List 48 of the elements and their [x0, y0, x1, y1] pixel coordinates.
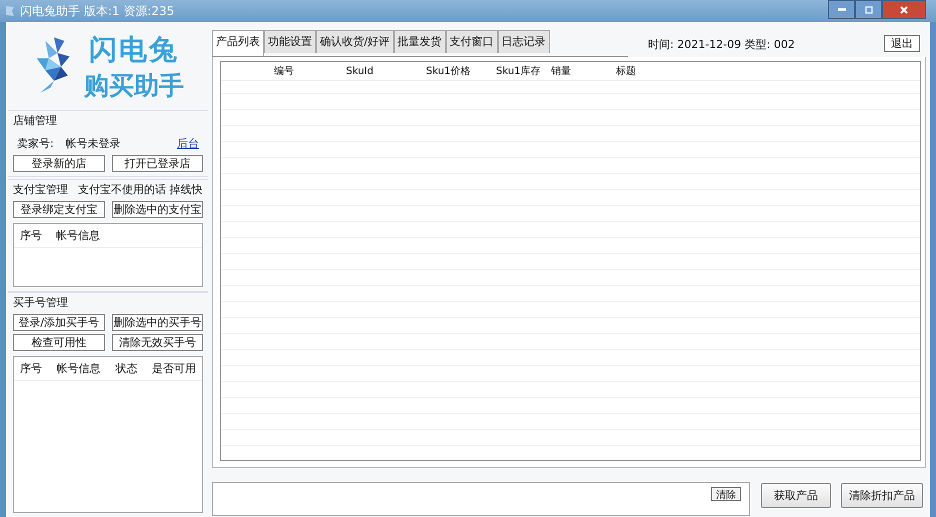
clear-button[interactable]: 清除 — [711, 487, 741, 501]
action-button[interactable]: 获取产品 — [761, 483, 831, 508]
buyer-button[interactable]: 检查可用性 — [13, 334, 104, 351]
seller-value: 帐号未登录 — [66, 136, 121, 151]
tab[interactable]: 日志记录 — [498, 30, 550, 53]
column-header: 序号 — [20, 361, 42, 376]
seller-label: 卖家号: — [17, 136, 54, 151]
window-title: 闪电兔助手 版本:1 资源:235 — [20, 2, 174, 20]
shop-button[interactable]: 打开已登录店 — [112, 155, 203, 172]
logo-title: 闪电兔 — [89, 32, 179, 68]
group-note: 支付宝不使用的话 掉线快 — [78, 182, 202, 197]
tab[interactable]: 支付窗口 — [446, 30, 498, 53]
shop-button[interactable]: 登录新的店 — [13, 155, 104, 172]
tab[interactable]: 功能设置 — [264, 30, 316, 53]
tab[interactable]: 产品列表 — [212, 30, 264, 56]
group-title: 店铺管理 — [13, 113, 58, 128]
group-title: 买手号管理 — [13, 295, 69, 310]
exit-button[interactable]: 退出 — [884, 35, 920, 52]
status-info: 时间: 2021-12-09 类型: 002 — [648, 37, 795, 52]
column-header: 是否可用 — [152, 361, 196, 376]
backend-link[interactable]: 后台 — [177, 136, 199, 151]
close-button[interactable] — [882, 0, 926, 19]
maximize-button[interactable] — [855, 0, 882, 19]
minimize-button[interactable] — [828, 0, 855, 19]
minimize-icon — [838, 8, 846, 11]
column-header: 状态 — [115, 361, 138, 376]
column-header: Sku1价格 — [425, 64, 472, 78]
column-header: 销量 — [550, 65, 572, 78]
buyer-button[interactable]: 登录/添加买手号 — [13, 314, 104, 331]
action-button[interactable]: 清除折扣产品 — [841, 483, 923, 508]
log-area[interactable]: 清除 — [212, 482, 750, 516]
column-header: Sku1库存 — [495, 64, 542, 78]
column-header: 标题 — [615, 64, 637, 78]
tab[interactable]: 确认收货/好评 — [316, 30, 394, 53]
alipay-button[interactable]: 登录绑定支付宝 — [13, 201, 104, 218]
maximize-icon — [864, 4, 874, 14]
tab[interactable]: 批量发货 — [394, 30, 446, 53]
alipay-button[interactable]: 删除选中的支付宝 — [112, 201, 203, 218]
buyer-button[interactable]: 删除选中的买手号 — [112, 314, 203, 331]
logo-subtitle: 购买助手 — [84, 70, 184, 102]
column-header: 帐号信息 — [56, 228, 100, 243]
column-header: 序号 — [20, 228, 42, 243]
buyer-button[interactable]: 清除无效买手号 — [112, 334, 203, 351]
column-header: 编号 — [273, 64, 295, 78]
group-title: 支付宝管理 — [13, 182, 68, 197]
close-icon — [899, 4, 909, 14]
column-header: 帐号信息 — [56, 361, 101, 376]
column-header: SkuId — [345, 66, 374, 76]
